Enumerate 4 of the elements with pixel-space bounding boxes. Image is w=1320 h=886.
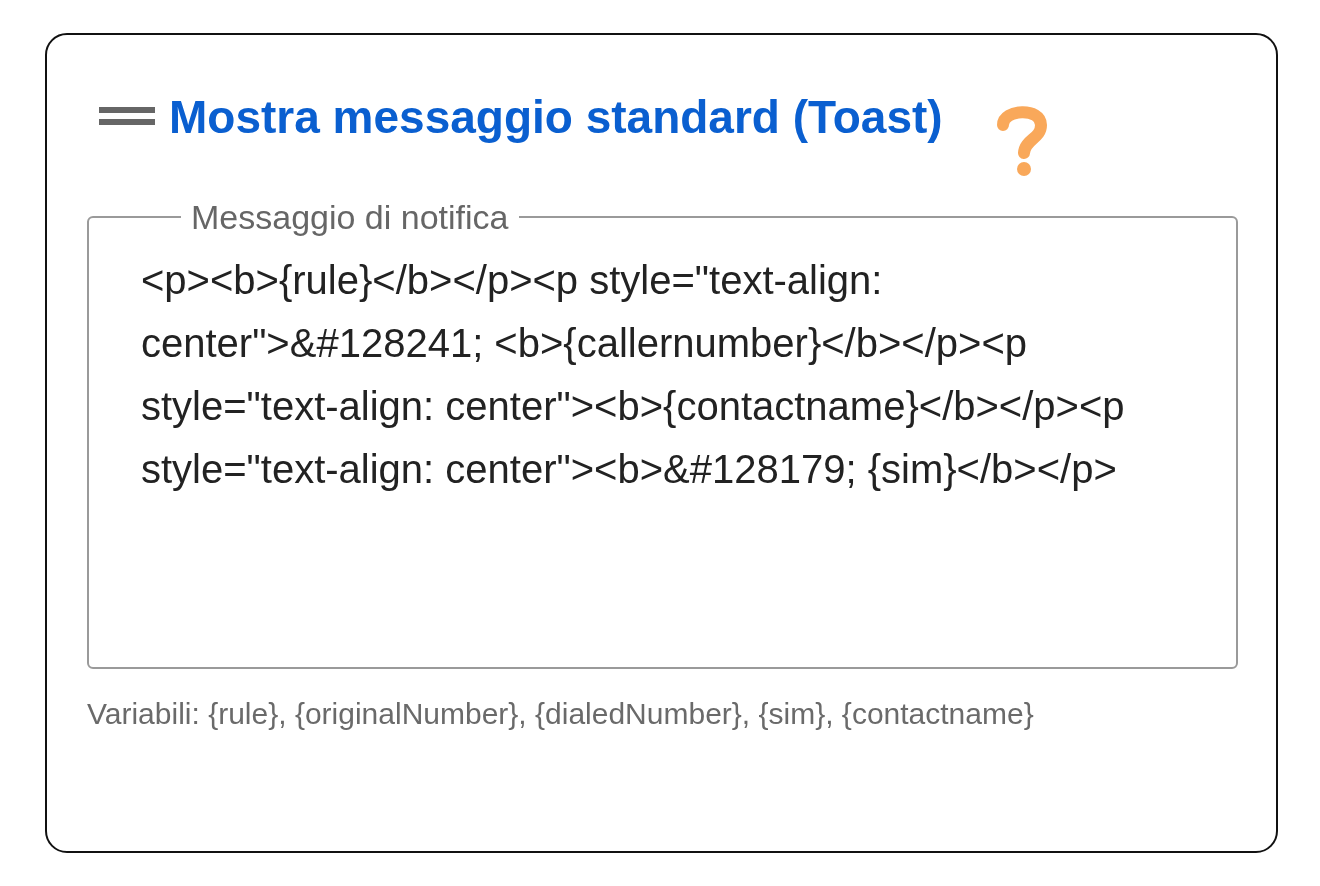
field-label: Messaggio di notifica — [190, 197, 510, 237]
card-title: Mostra messaggio standard (Toast) — [169, 90, 943, 145]
drag-handle-icon[interactable] — [99, 105, 155, 127]
variables-hint: Variabili: {rule}, {originalNumber}, {dialedNumber}, {sim}, {contactname} — [87, 696, 1035, 732]
